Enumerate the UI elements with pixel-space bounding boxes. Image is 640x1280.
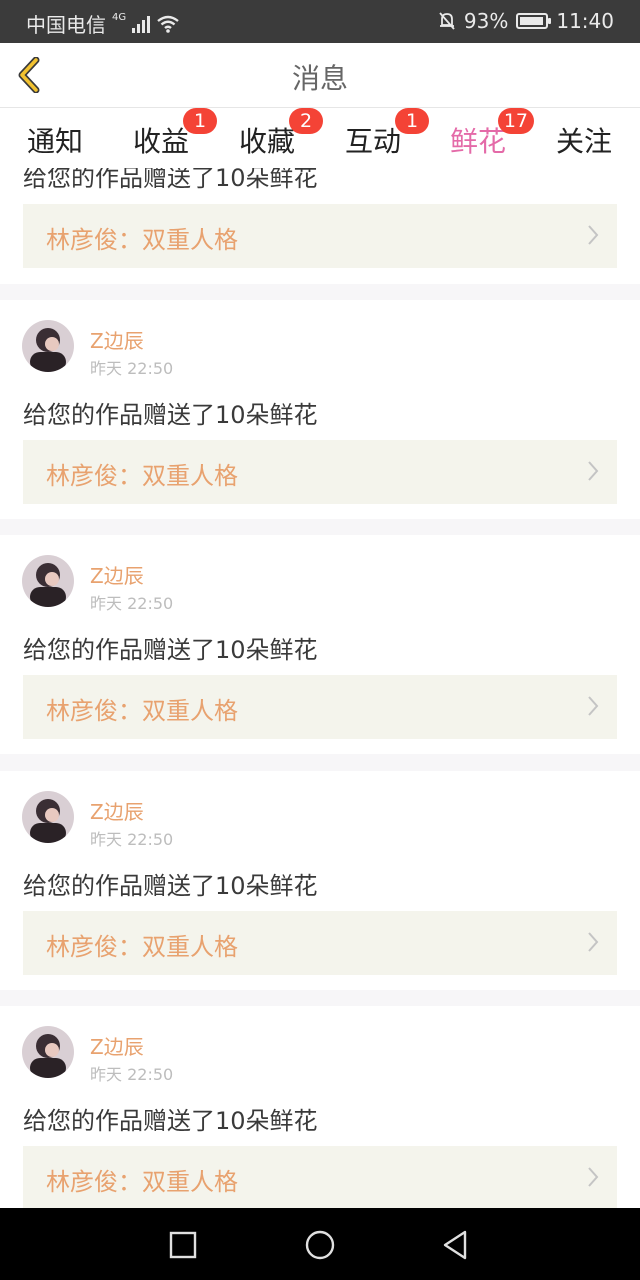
avatar[interactable] (22, 791, 74, 843)
tab-follow[interactable]: 关注 (556, 120, 612, 160)
chevron-right-icon (588, 1167, 599, 1187)
tab-label: 关注 (556, 125, 613, 158)
tab-label: 收藏 (239, 125, 296, 158)
mute-bell-icon (439, 12, 455, 30)
tab-label: 互动 (345, 125, 402, 158)
message-text: 给您的作品赠送了10朵鲜花 (23, 168, 318, 192)
status-bar: 中国电信 4G 93% 11:40 (0, 0, 640, 43)
message-text: 给您的作品赠送了10朵鲜花 (23, 872, 318, 900)
message-text: 给您的作品赠送了10朵鲜花 (23, 636, 318, 664)
timestamp: 昨天 22:50 (90, 1065, 174, 1084)
avatar[interactable] (22, 555, 74, 607)
flower-message-card: 给您的作品赠送了10朵鲜花 林彦俊：双重人格 (0, 168, 640, 284)
chevron-right-icon (588, 461, 599, 481)
chevron-right-icon (588, 932, 599, 952)
tab-flowers[interactable]: 鲜花 17 (450, 108, 535, 172)
work-title: 林彦俊：双重人格 (46, 226, 238, 254)
tab-label: 通知 (27, 125, 84, 158)
message-list[interactable]: 给您的作品赠送了10朵鲜花 林彦俊：双重人格 Z边辰 昨天 22:50 给您的作… (0, 168, 640, 1208)
unread-badge: 2 (289, 108, 324, 134)
chevron-right-icon (588, 696, 599, 716)
work-title: 林彦俊：双重人格 (46, 1168, 238, 1196)
work-link[interactable]: 林彦俊：双重人格 (23, 440, 617, 504)
flower-message-card: Z边辰 昨天 22:50 给您的作品赠送了10朵鲜花 林彦俊：双重人格 (0, 1006, 640, 1208)
wifi-icon (157, 15, 179, 33)
work-title: 林彦俊：双重人格 (46, 933, 238, 961)
page-title: 消息 (291, 62, 348, 95)
username[interactable]: Z边辰 (90, 796, 144, 825)
avatar[interactable] (22, 1026, 74, 1078)
flower-message-card: Z边辰 昨天 22:50 给您的作品赠送了10朵鲜花 林彦俊：双重人格 (0, 535, 640, 754)
tab-interaction[interactable]: 互动 1 (345, 108, 430, 160)
work-link[interactable]: 林彦俊：双重人格 (23, 911, 617, 975)
unread-badge: 17 (497, 108, 535, 134)
username[interactable]: Z边辰 (90, 560, 144, 589)
tab-earnings[interactable]: 收益 1 (133, 108, 218, 160)
header: 消息 (0, 43, 640, 108)
square-recent-apps-icon[interactable] (166, 1228, 200, 1262)
navigation-bar (0, 1208, 640, 1280)
username[interactable]: Z边辰 (90, 325, 144, 354)
timestamp: 昨天 22:50 (90, 594, 174, 613)
message-text: 给您的作品赠送了10朵鲜花 (23, 401, 318, 429)
network-type: 4G (112, 12, 127, 23)
triangle-back-icon[interactable] (438, 1228, 472, 1262)
circle-home-icon[interactable] (303, 1228, 337, 1262)
tab-label: 收益 (133, 125, 190, 158)
tab-bar: 通知 收益 1 收藏 2 互动 1 鲜花 17 关注 (0, 108, 640, 172)
work-title: 林彦俊：双重人格 (46, 462, 238, 490)
unread-badge: 1 (183, 108, 218, 134)
message-text: 给您的作品赠送了10朵鲜花 (23, 1107, 318, 1135)
avatar[interactable] (22, 320, 74, 372)
work-link[interactable]: 林彦俊：双重人格 (23, 1146, 617, 1208)
tab-label: 鲜花 (450, 125, 507, 158)
battery-percent: 93% (463, 9, 509, 33)
timestamp: 昨天 22:50 (90, 359, 174, 378)
battery-icon (516, 13, 552, 29)
work-title: 林彦俊：双重人格 (46, 697, 238, 725)
tab-favorites[interactable]: 收藏 2 (239, 108, 324, 160)
signal-icon (132, 15, 151, 33)
work-link[interactable]: 林彦俊：双重人格 (23, 675, 617, 739)
carrier-name: 中国电信 (26, 13, 106, 37)
chevron-right-icon (588, 225, 599, 245)
tab-notice[interactable]: 通知 (27, 120, 83, 160)
flower-message-card: Z边辰 昨天 22:50 给您的作品赠送了10朵鲜花 林彦俊：双重人格 (0, 300, 640, 519)
flower-message-card: Z边辰 昨天 22:50 给您的作品赠送了10朵鲜花 林彦俊：双重人格 (0, 771, 640, 990)
unread-badge: 1 (395, 108, 430, 134)
username[interactable]: Z边辰 (90, 1031, 144, 1060)
clock: 11:40 (556, 9, 614, 33)
timestamp: 昨天 22:50 (90, 830, 174, 849)
work-link[interactable]: 林彦俊：双重人格 (23, 204, 617, 268)
